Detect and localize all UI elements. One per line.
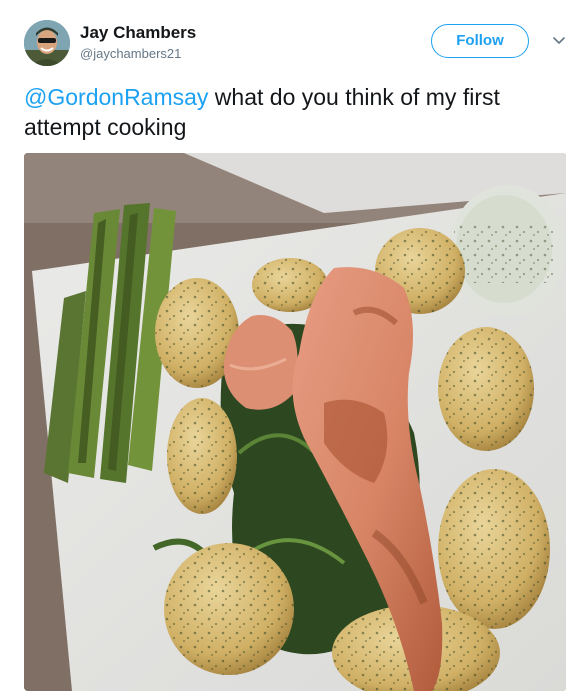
- chevron-down-icon[interactable]: [549, 30, 569, 50]
- display-name[interactable]: Jay Chambers: [80, 23, 196, 43]
- follow-button[interactable]: Follow: [431, 24, 529, 58]
- tweet-header: Jay Chambers @jaychambers21 Follow: [24, 20, 569, 72]
- mention-link[interactable]: @GordonRamsay: [24, 84, 208, 110]
- author-names: Jay Chambers @jaychambers21: [80, 23, 196, 63]
- tweet-card: Jay Chambers @jaychambers21 Follow @Gord…: [0, 0, 587, 700]
- avatar[interactable]: [24, 20, 70, 66]
- tweet-text: @GordonRamsay what do you think of my fi…: [24, 82, 569, 142]
- tweet-photo[interactable]: [24, 153, 566, 691]
- avatar-image: [24, 20, 70, 66]
- food-photo: [24, 153, 566, 691]
- user-handle[interactable]: @jaychambers21: [80, 45, 196, 63]
